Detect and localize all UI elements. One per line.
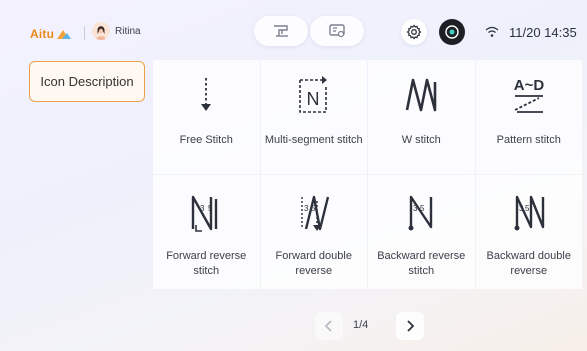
next-page-button[interactable] xyxy=(396,312,424,340)
username: Ritina xyxy=(115,25,141,37)
page-indicator: 1/4 xyxy=(353,319,369,331)
svg-text:5: 5 xyxy=(420,204,425,213)
free-stitch-icon xyxy=(201,78,212,111)
machine-mode-button[interactable] xyxy=(254,16,308,46)
brand-name: Aitu xyxy=(30,27,55,41)
gear-icon xyxy=(406,24,422,40)
pattern-top-text: A~D xyxy=(514,77,545,94)
user-profile[interactable]: Ritina xyxy=(92,22,141,40)
avatar-icon xyxy=(92,22,110,40)
grid-item-free-stitch[interactable]: Free Stitch xyxy=(153,60,260,174)
status-bar: Aitu Ritina 11/20 14:35 xyxy=(0,0,587,60)
header-divider xyxy=(84,26,85,40)
tab-label: Icon Description xyxy=(40,74,134,89)
grid-item-label: Pattern stitch xyxy=(496,134,561,146)
grid-item-label: Backward double reverse xyxy=(486,250,571,277)
grid-item-backward-double-reverse[interactable]: 3 5 Backward double reverse xyxy=(475,175,582,289)
grid-item-label: Multi-segment stitch xyxy=(264,134,363,146)
grid-item-label: W stitch xyxy=(401,134,441,146)
svg-text:3: 3 xyxy=(304,204,309,213)
grid-item-label: Free Stitch xyxy=(179,134,233,146)
power-button[interactable] xyxy=(439,19,465,45)
grid-item-backward-reverse[interactable]: 3 5 Backward reverse stitch xyxy=(368,175,475,289)
clock: 11/20 14:35 xyxy=(509,25,577,40)
grid-item-forward-double-reverse[interactable]: 3 5 Forward double reverse xyxy=(260,175,367,289)
svg-text:5: 5 xyxy=(525,204,530,213)
prev-page-button[interactable] xyxy=(315,312,343,340)
multi-segment-icon: N xyxy=(298,76,327,113)
svg-text:3: 3 xyxy=(519,204,524,213)
w-stitch-icon xyxy=(405,78,437,112)
settings-button[interactable] xyxy=(401,19,427,45)
backward-reverse-icon: 3 5 xyxy=(408,195,433,231)
pagination: 1/4 xyxy=(0,312,587,342)
svg-text:5: 5 xyxy=(208,204,213,213)
grid-item-label: Forward double reverse xyxy=(275,250,352,277)
grid-item-label: Forward reverse stitch xyxy=(166,250,247,277)
grid-item-w-stitch[interactable]: W stitch xyxy=(368,60,475,174)
power-icon xyxy=(445,25,459,39)
wifi-icon xyxy=(485,26,499,37)
icon-grid: Free Stitch N Multi-segment stitch W sti… xyxy=(153,60,582,289)
chevron-right-icon xyxy=(407,320,415,332)
grid-item-pattern-stitch[interactable]: A~D Pattern stitch xyxy=(475,60,582,174)
display-mode-button[interactable] xyxy=(310,16,364,46)
brand: Aitu xyxy=(30,27,72,41)
tab-icon-description[interactable]: Icon Description xyxy=(29,61,145,102)
pattern-stitch-icon: A~D xyxy=(514,77,545,113)
display-icon xyxy=(329,24,345,38)
brand-logo-icon xyxy=(57,30,72,39)
svg-text:3: 3 xyxy=(413,204,418,213)
machine-icon xyxy=(274,25,288,37)
multi-segment-letter: N xyxy=(306,89,319,109)
forward-reverse-icon: 3 5 xyxy=(192,195,218,232)
grid-item-forward-reverse[interactable]: 3 5 Forward reverse stitch xyxy=(153,175,260,289)
svg-text:5: 5 xyxy=(311,204,316,213)
svg-text:3: 3 xyxy=(200,204,205,213)
forward-double-reverse-icon: 3 5 xyxy=(301,195,329,231)
grid-item-multi-segment[interactable]: N Multi-segment stitch xyxy=(260,60,367,174)
chevron-left-icon xyxy=(324,320,332,332)
grid-item-label: Backward reverse stitch xyxy=(377,250,466,277)
backward-double-reverse-icon: 3 5 xyxy=(514,195,544,231)
avatar xyxy=(92,22,110,40)
